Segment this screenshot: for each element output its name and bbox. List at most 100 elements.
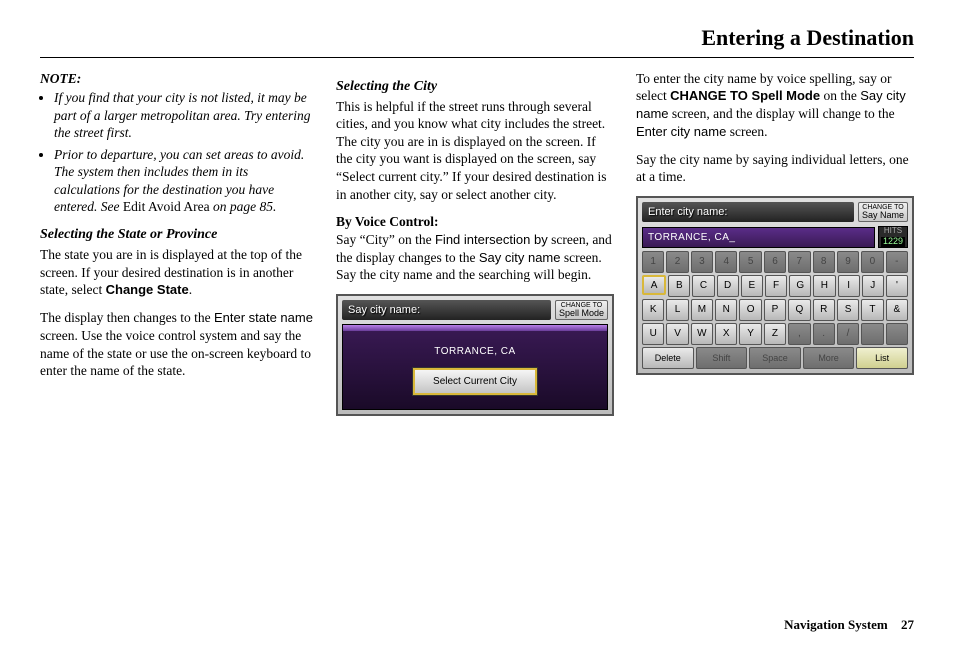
c3p1b: CHANGE TO Spell Mode [670,88,820,103]
ctm: Spell Mode [559,309,604,318]
key-blank[interactable] [861,323,883,345]
key-B[interactable]: B [668,275,690,297]
sp2b: Enter state name [214,310,313,325]
key-M[interactable]: M [691,299,713,321]
key-O[interactable]: O [739,299,761,321]
ectm: Say Name [862,211,904,220]
kbd-row-a: ABCDEFGHIJ' [642,275,908,297]
column-1: NOTE: If you find that your city is not … [40,70,314,417]
key-D[interactable]: D [717,275,739,297]
key-2[interactable]: 2 [666,251,688,273]
key-.[interactable]: . [813,323,835,345]
kbd-row-bottom: DeleteShiftSpaceMoreList [642,347,908,369]
key-F[interactable]: F [765,275,787,297]
key-E[interactable]: E [741,275,763,297]
key-0[interactable]: 0 [861,251,883,273]
column-2: Selecting the City This is helpful if th… [336,70,614,417]
column-3: To enter the city name by voice spelling… [636,70,914,417]
key-Z[interactable]: Z [764,323,786,345]
change-to-spell-button[interactable]: CHANGE TO Spell Mode [555,300,608,320]
key-W[interactable]: W [691,323,713,345]
note-bullets: If you find that your city is not listed… [40,89,314,216]
spell-para-1: To enter the city name by voice spelling… [636,70,914,141]
page-header: Entering a Destination [40,24,914,58]
voice-control-subhead: By Voice Control: [336,213,614,231]
key-J[interactable]: J [862,275,884,297]
spell-para-2: Say the city name by saying individual l… [636,151,914,186]
key-&[interactable]: & [886,299,908,321]
key-1[interactable]: 1 [642,251,664,273]
key-7[interactable]: 7 [788,251,810,273]
key-More[interactable]: More [803,347,855,369]
key-A[interactable]: A [642,275,666,295]
key-P[interactable]: P [764,299,786,321]
key-K[interactable]: K [642,299,664,321]
hits-counter: HITS 1229 [878,226,908,248]
section-city-title: Selecting the City [336,78,614,96]
note-b2b: Edit Avoid Area [123,199,210,214]
kbd-row-u: UVWXYZ,./ [642,323,908,345]
onscreen-keyboard: 1234567890- ABCDEFGHIJ' KLMNOPQRST& UVWX… [642,251,908,369]
state-para-2: The display then changes to the Enter st… [40,309,314,380]
say-city-title: Say city name: [342,300,551,320]
kbd-row-num: 1234567890- [642,251,908,273]
vp2d: Say city name [479,250,561,265]
page-footer: Navigation System 27 [784,617,914,634]
key-I[interactable]: I [838,275,860,297]
sp1b: Change State [106,282,189,297]
key-Y[interactable]: Y [739,323,761,345]
key-3[interactable]: 3 [691,251,713,273]
hits-label: HITS [881,227,905,236]
hits-value: 1229 [881,237,905,247]
key-X[interactable]: X [715,323,737,345]
key-C[interactable]: C [692,275,714,297]
sp1c: . [189,282,192,297]
key-R[interactable]: R [813,299,835,321]
vp2b: Find intersection by [435,232,548,247]
c3p1e: screen, and the display will change to t… [669,106,895,121]
vp2a: Say “City” on the [336,232,435,247]
key-U[interactable]: U [642,323,664,345]
key-L[interactable]: L [666,299,688,321]
key-blank[interactable] [886,323,908,345]
key-Q[interactable]: Q [788,299,810,321]
note-bullet-2: Prior to departure, you can set areas to… [54,146,314,216]
select-current-city-button[interactable]: Select Current City [413,368,537,395]
key-9[interactable]: 9 [837,251,859,273]
sp2a: The display then changes to the [40,310,214,325]
key-H[interactable]: H [813,275,835,297]
enter-city-title: Enter city name: [642,202,854,222]
city-input[interactable]: TORRANCE, CA_ [642,227,875,248]
key-5[interactable]: 5 [739,251,761,273]
sp2c: screen. Use the voice control system and… [40,328,311,378]
c3p1c: on the [820,88,860,103]
voice-para: Say “City” on the Find intersection by s… [336,231,614,284]
key-/[interactable]: / [837,323,859,345]
key-List[interactable]: List [856,347,908,369]
key-T[interactable]: T [861,299,883,321]
key-4[interactable]: 4 [715,251,737,273]
key-Shift[interactable]: Shift [696,347,748,369]
c3p1g: screen. [726,124,767,139]
key-Space[interactable]: Space [749,347,801,369]
say-city-screen: Say city name: CHANGE TO Spell Mode TORR… [336,294,614,416]
key--[interactable]: - [886,251,908,273]
section-state-title: Selecting the State or Province [40,226,314,244]
note-bullet-1: If you find that your city is not listed… [54,89,314,142]
note-label: NOTE: [40,70,314,88]
key-6[interactable]: 6 [764,251,786,273]
key-'[interactable]: ' [886,275,908,297]
change-to-sayname-button[interactable]: CHANGE TO Say Name [858,202,908,222]
key-N[interactable]: N [715,299,737,321]
key-8[interactable]: 8 [813,251,835,273]
enter-city-screen: Enter city name: CHANGE TO Say Name TORR… [636,196,914,375]
key-V[interactable]: V [666,323,688,345]
key-,[interactable]: , [788,323,810,345]
key-Delete[interactable]: Delete [642,347,694,369]
current-city-label: TORRANCE, CA [351,345,599,358]
kbd-row-k: KLMNOPQRST& [642,299,908,321]
state-para-1: The state you are in is displayed at the… [40,246,314,299]
key-G[interactable]: G [789,275,811,297]
note-b2c: on page 85. [210,199,277,214]
key-S[interactable]: S [837,299,859,321]
